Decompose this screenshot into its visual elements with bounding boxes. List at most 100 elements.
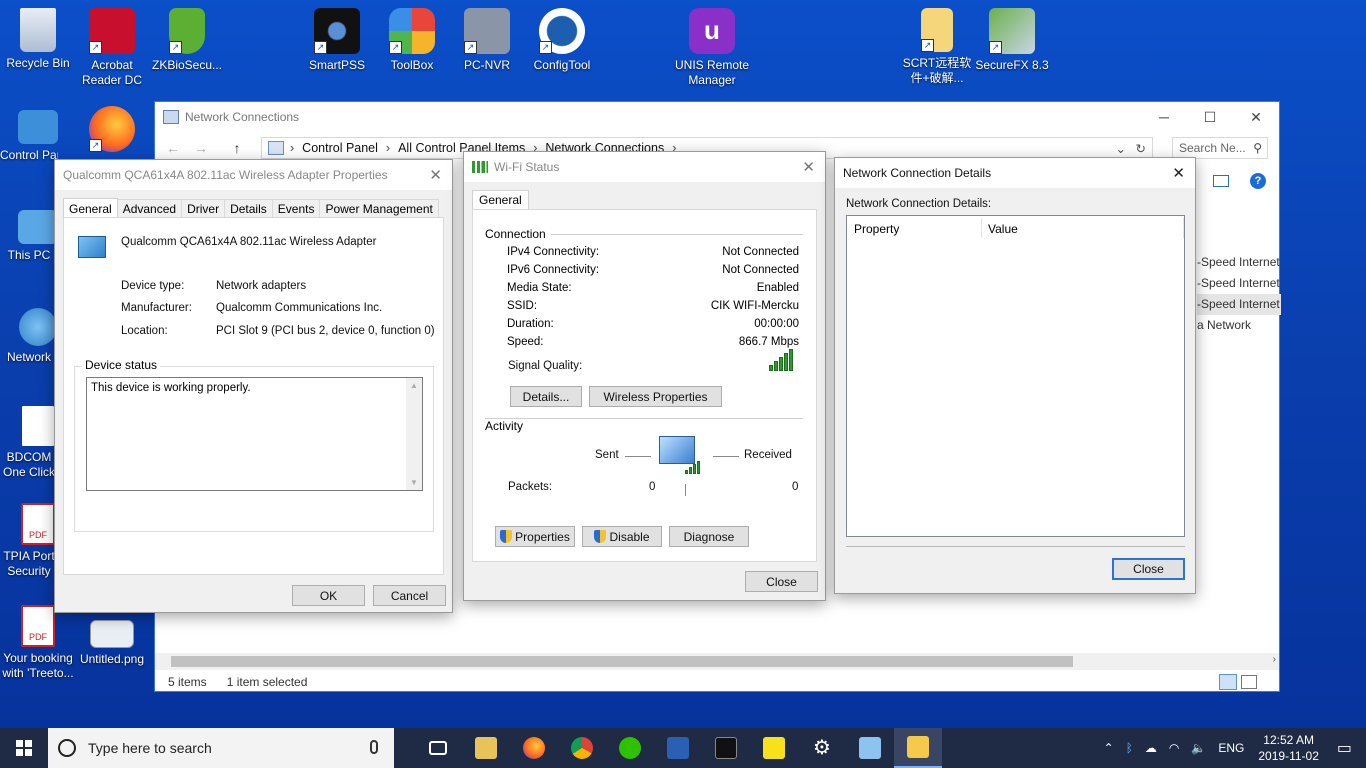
desktop-icon-configtool[interactable]: ↗ ConfigTool <box>524 8 600 73</box>
list-item[interactable]: -Speed Internet <box>1197 252 1281 273</box>
taskbar-app-firefox[interactable] <box>510 728 558 768</box>
task-view-button[interactable] <box>414 728 462 768</box>
pdf-icon: PDF <box>21 503 55 545</box>
desktop-icon-toolbox[interactable]: ↗ ToolBox <box>374 8 450 73</box>
taskbar-app-chrome[interactable] <box>558 728 606 768</box>
taskbar-app-explorer[interactable] <box>894 728 942 768</box>
taskbar-app-wechat[interactable] <box>606 728 654 768</box>
list-item[interactable]: -Speed Internet <box>1197 294 1281 315</box>
taskbar-app-terminal[interactable] <box>702 728 750 768</box>
close-icon[interactable]: ✕ <box>802 158 815 176</box>
toolbox-icon: ↗ <box>389 8 435 54</box>
close-button[interactable]: ✕ <box>1233 102 1279 132</box>
vertical-scrollbar[interactable]: ▲ ▼ <box>406 378 422 490</box>
taskbar-app-notes[interactable] <box>462 728 510 768</box>
ssid-label: SSID: <box>507 300 538 312</box>
taskbar-app-settings[interactable]: ⚙ <box>798 728 846 768</box>
cloud-icon[interactable]: ☁ <box>1145 741 1157 755</box>
minimize-button[interactable]: ─ <box>1141 102 1187 132</box>
tab-general[interactable]: General <box>63 198 118 218</box>
duration-label: Duration: <box>507 318 554 330</box>
column-value[interactable]: Value <box>988 222 1018 236</box>
volume-icon[interactable]: 🔈 <box>1191 741 1206 755</box>
help-icon[interactable]: ? <box>1250 173 1266 189</box>
refresh-icon[interactable]: ↻ <box>1136 141 1146 156</box>
desktop-icon-firefox[interactable]: ↗ <box>74 106 150 156</box>
wireless-properties-button[interactable]: Wireless Properties <box>589 386 722 407</box>
up-arrow-icon[interactable]: ↑ <box>223 140 251 156</box>
taskbar-search[interactable]: Type here to search <box>48 728 394 768</box>
packets-sent-value: 0 <box>649 481 656 493</box>
back-arrow-icon[interactable]: ← <box>159 140 187 156</box>
tab-power-management[interactable]: Power Management <box>319 199 439 219</box>
properties-button[interactable]: Properties <box>495 526 575 547</box>
control-panel-icon <box>268 141 284 155</box>
taskbar-app-sticky[interactable] <box>750 728 798 768</box>
details-label: Network Connection Details: <box>846 198 992 210</box>
desktop-icon-unis[interactable]: u UNIS Remote Manager <box>674 8 750 88</box>
forward-arrow-icon[interactable]: → <box>187 140 215 156</box>
start-button[interactable] <box>0 728 48 768</box>
details-button[interactable]: Details... <box>510 386 582 407</box>
image-file-icon <box>90 620 134 648</box>
details-listview[interactable]: Property Value <box>846 215 1185 537</box>
unis-icon: u <box>689 8 735 54</box>
tab-advanced[interactable]: Advanced <box>116 199 183 219</box>
tab-general[interactable]: General <box>472 190 529 209</box>
desktop-icon-pcnvr[interactable]: ↗ PC-NVR <box>449 8 525 73</box>
chevron-down-icon[interactable]: ⌄ <box>1116 141 1126 156</box>
wifi-icon[interactable]: ◠ <box>1169 741 1179 755</box>
clock[interactable]: 12:52 AM 2019-11-02 <box>1258 732 1319 764</box>
desktop-icon-scrt[interactable]: ↗ SCRT远程软件+破解... <box>899 8 975 86</box>
network-adapter-icon <box>78 236 106 258</box>
close-icon[interactable]: ✕ <box>429 166 442 184</box>
desktop-icon-smartpss[interactable]: ↗ SmartPSS <box>299 8 375 73</box>
desktop-icon-zkbio[interactable]: ↗ ZKBioSecu... <box>149 8 225 73</box>
column-property[interactable]: Property <box>854 222 899 236</box>
received-label: Received <box>744 449 792 461</box>
manufacturer-label: Manufacturer: <box>121 302 192 314</box>
cancel-button[interactable]: Cancel <box>373 585 446 606</box>
tab-details[interactable]: Details <box>224 199 273 219</box>
disable-button[interactable]: Disable <box>582 526 662 547</box>
securefx-icon: ↗ <box>989 8 1035 54</box>
desktop-icon-untitled[interactable]: Untitled.png <box>74 620 150 667</box>
close-icon[interactable]: ✕ <box>1172 164 1185 182</box>
tab-driver[interactable]: Driver <box>181 199 226 219</box>
network-connections-icon <box>163 110 179 124</box>
scrollbar-thumb[interactable] <box>171 656 1073 667</box>
notifications-icon[interactable]: ▭ <box>1337 738 1352 758</box>
microphone-icon[interactable] <box>370 740 378 754</box>
preview-pane-icon[interactable] <box>1213 175 1229 187</box>
packets-received-value: 0 <box>792 481 799 493</box>
diagnose-button[interactable]: Diagnose <box>669 526 749 547</box>
desktop-icon-recycle-bin[interactable]: Recycle Bin <box>0 8 76 71</box>
close-button[interactable]: Close <box>745 571 818 592</box>
explorer-title: Network Connections <box>185 110 300 124</box>
desktop-icon-control-panel[interactable]: Control Panel <box>0 110 76 163</box>
close-button[interactable]: Close <box>1112 558 1185 580</box>
ok-button[interactable]: OK <box>292 585 365 606</box>
chevron-up-icon[interactable]: ⌃ <box>1104 741 1114 755</box>
details-view-icon[interactable] <box>1219 674 1237 690</box>
list-item[interactable]: -Speed Internet <box>1197 273 1281 294</box>
desktop-icon-securefx[interactable]: ↗ SecureFX 8.3 <box>974 8 1050 73</box>
adapter-properties-title: Qualcomm QCA61x4A 802.11ac Wireless Adap… <box>55 160 452 190</box>
bluetooth-icon[interactable]: ᛒ <box>1126 741 1133 755</box>
maximize-button[interactable]: ☐ <box>1187 102 1233 132</box>
scroll-right-icon[interactable]: › <box>1273 654 1276 665</box>
desktop-icon-booking[interactable]: PDF Your booking with 'Treeto... <box>0 605 76 681</box>
desktop-icon-acrobat[interactable]: ↗ Acrobat Reader DC <box>74 8 150 88</box>
tab-events[interactable]: Events <box>271 199 321 219</box>
horizontal-scrollbar[interactable]: › <box>155 653 1279 670</box>
folder-icon <box>907 736 929 758</box>
taskbar-app-visio[interactable] <box>654 728 702 768</box>
search-input[interactable]: Search Ne... ⚲ <box>1172 137 1268 159</box>
language-indicator[interactable]: ENG <box>1218 741 1244 755</box>
breadcrumb-control-panel[interactable]: Control Panel <box>302 141 378 155</box>
large-icons-view-icon[interactable] <box>1241 675 1257 689</box>
device-status-textbox[interactable]: This device is working properly. ▲ ▼ <box>86 377 423 491</box>
configtool-icon: ↗ <box>539 8 585 54</box>
list-item[interactable]: a Network <box>1197 315 1281 336</box>
taskbar-app-network[interactable] <box>846 728 894 768</box>
